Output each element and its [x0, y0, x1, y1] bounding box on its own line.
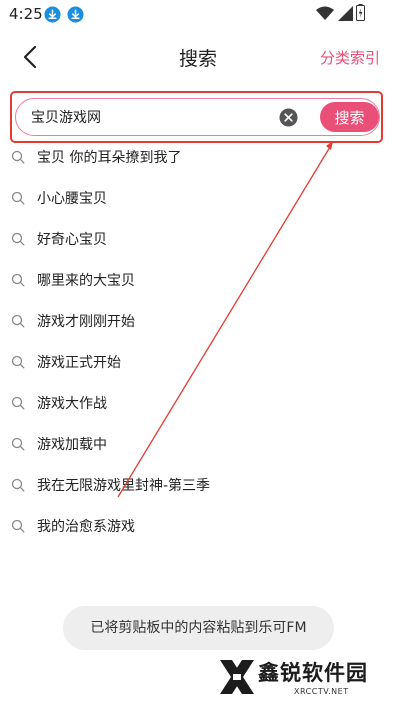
search-icon: [11, 437, 25, 451]
suggestion-text: 我的治愈系游戏: [37, 519, 135, 535]
search-icon: [11, 396, 25, 410]
watermark-subtitle: XRCCTV.NET: [294, 687, 349, 696]
search-input[interactable]: [31, 99, 276, 135]
download-icon: [44, 6, 61, 23]
suggestion-text: 宝贝 你的耳朵撩到我了: [37, 150, 182, 166]
suggestion-text: 小心腰宝贝: [37, 191, 107, 207]
wifi-icon: [316, 6, 334, 20]
clear-icon[interactable]: [279, 108, 298, 127]
suggestion-item[interactable]: 小心腰宝贝: [0, 178, 396, 219]
battery-icon: [356, 4, 365, 21]
search-button[interactable]: 搜索: [320, 102, 379, 132]
suggestion-text: 我在无限游戏里封神-第三季: [37, 478, 211, 494]
search-icon: [11, 355, 25, 369]
suggestion-item[interactable]: 游戏才刚刚开始: [0, 301, 396, 342]
watermark: 鑫锐软件园 XRCCTV.NET: [214, 653, 384, 701]
watermark-title: 鑫锐软件园: [258, 661, 368, 685]
search-icon: [11, 232, 25, 246]
suggestion-text: 哪里来的大宝贝: [37, 273, 135, 289]
suggestion-text: 游戏正式开始: [37, 355, 121, 371]
suggestion-list: 宝贝 你的耳朵撩到我了 小心腰宝贝 好奇心宝贝 哪里来的大宝贝 游戏才刚刚开始 …: [0, 137, 396, 547]
category-index-link[interactable]: 分类索引: [320, 47, 380, 68]
suggestion-text: 游戏大作战: [37, 396, 107, 412]
status-bar: 4:25: [0, 0, 396, 30]
suggestion-text: 游戏才刚刚开始: [37, 314, 135, 330]
header: 搜索 分类索引: [0, 38, 396, 76]
search-icon: [11, 150, 25, 164]
x-logo-icon: [220, 660, 254, 694]
suggestion-text: 好奇心宝贝: [37, 232, 107, 248]
signal-icon: [338, 6, 353, 21]
suggestion-item[interactable]: 宝贝 你的耳朵撩到我了: [0, 137, 396, 178]
suggestion-item[interactable]: 游戏正式开始: [0, 342, 396, 383]
suggestion-item[interactable]: 我在无限游戏里封神-第三季: [0, 465, 396, 506]
suggestion-item[interactable]: 游戏大作战: [0, 383, 396, 424]
toast: 已将剪贴板中的内容粘贴到乐可FM: [63, 606, 334, 650]
search-icon: [11, 191, 25, 205]
search-page: 4:25 搜索 分类索引 宝贝游戏网 搜索 宝贝 你的耳朵撩到我了 小心腰宝贝 …: [0, 0, 396, 704]
suggestion-item[interactable]: 我的治愈系游戏: [0, 506, 396, 547]
search-bar: 搜索: [15, 98, 380, 136]
search-icon: [11, 314, 25, 328]
suggestion-item[interactable]: 游戏加载中: [0, 424, 396, 465]
search-icon: [11, 273, 25, 287]
toast-text: 已将剪贴板中的内容粘贴到乐可FM: [90, 620, 307, 636]
suggestion-text: 游戏加载中: [37, 437, 107, 453]
suggestion-item[interactable]: 好奇心宝贝: [0, 219, 396, 260]
search-icon: [11, 519, 25, 533]
search-icon: [11, 478, 25, 492]
status-time: 4:25: [9, 5, 43, 23]
suggestion-item[interactable]: 哪里来的大宝贝: [0, 260, 396, 301]
download-icon: [67, 6, 84, 23]
